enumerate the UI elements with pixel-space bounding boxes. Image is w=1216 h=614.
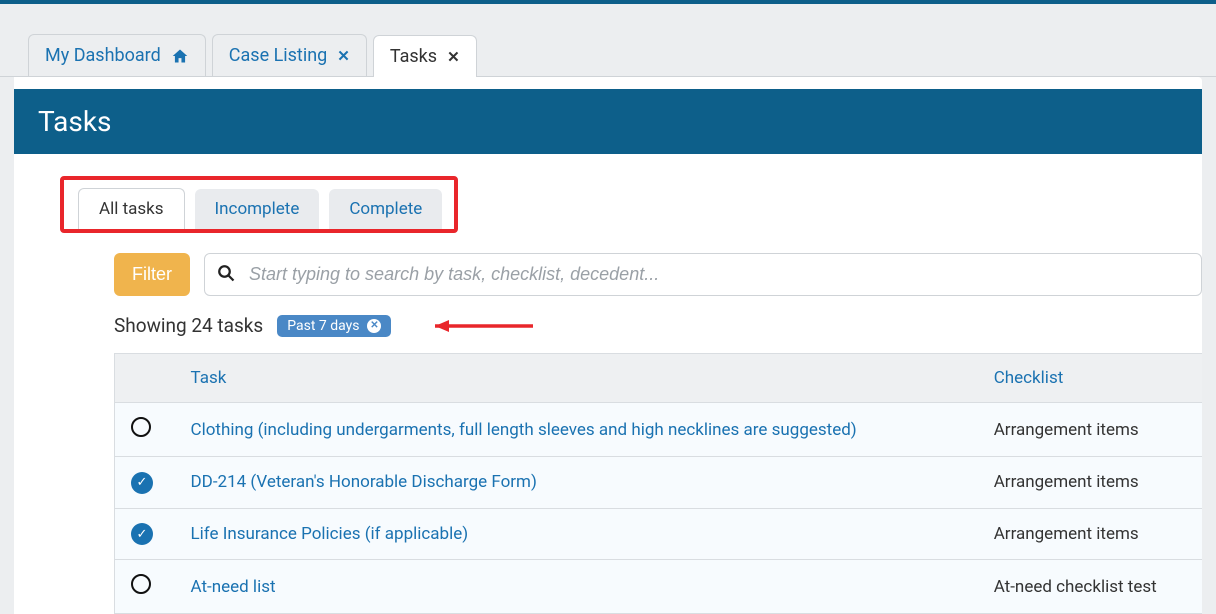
- checklist-cell: Arrangement items: [978, 508, 1202, 560]
- table-header-row: Task Checklist: [115, 354, 1203, 403]
- status-complete-icon[interactable]: ✓: [131, 472, 153, 494]
- task-link[interactable]: Clothing (including undergarments, full …: [191, 420, 857, 440]
- col-header-task[interactable]: Task: [175, 354, 978, 403]
- table-row: Clothing (including undergarments, full …: [115, 403, 1203, 457]
- search-field-wrap[interactable]: [204, 253, 1202, 296]
- task-status-cell: [115, 403, 175, 457]
- task-link[interactable]: At-need list: [191, 577, 276, 597]
- tasks-panel: Tasks All tasks Incomplete Complete Filt…: [14, 77, 1202, 614]
- table-row: ✓ Life Insurance Policies (if applicable)…: [115, 508, 1203, 560]
- task-link[interactable]: DD-214 (Veteran's Honorable Discharge Fo…: [191, 472, 537, 492]
- task-status-cell: [115, 560, 175, 614]
- annotation-arrow-icon: [415, 318, 535, 334]
- close-icon[interactable]: ✕: [367, 319, 381, 333]
- chip-label: Past 7 days: [287, 318, 359, 334]
- tab-case-listing[interactable]: Case Listing ✕: [212, 34, 367, 76]
- task-name-cell: Clothing (including undergarments, full …: [175, 403, 978, 457]
- col-header-status: [115, 354, 175, 403]
- checklist-cell: Arrangement items: [978, 403, 1202, 457]
- task-status-cell: ✓: [115, 508, 175, 560]
- tab-label: Tasks: [390, 46, 437, 67]
- filter-row: Filter: [14, 253, 1202, 296]
- task-link[interactable]: Life Insurance Policies (if applicable): [191, 524, 469, 544]
- task-name-cell: DD-214 (Veteran's Honorable Discharge Fo…: [175, 457, 978, 509]
- tab-label: My Dashboard: [45, 45, 161, 66]
- status-incomplete-icon[interactable]: [131, 574, 151, 594]
- subtab-complete[interactable]: Complete: [329, 189, 442, 229]
- filter-chip-past-7-days[interactable]: Past 7 days ✕: [277, 315, 391, 337]
- table-row: At-need list At-need checklist test: [115, 560, 1203, 614]
- task-name-cell: Life Insurance Policies (if applicable): [175, 508, 978, 560]
- task-subtabs: All tasks Incomplete Complete: [78, 188, 442, 229]
- search-input[interactable]: [241, 254, 1189, 295]
- subtab-incomplete[interactable]: Incomplete: [195, 189, 320, 229]
- filter-button[interactable]: Filter: [114, 253, 190, 296]
- table-row: ✓ DD-214 (Veteran's Honorable Discharge F…: [115, 457, 1203, 509]
- tab-label: Case Listing: [229, 45, 327, 66]
- home-icon: [171, 48, 189, 64]
- task-name-cell: At-need list: [175, 560, 978, 614]
- status-incomplete-icon[interactable]: [131, 417, 151, 437]
- subtabs-highlight-box: All tasks Incomplete Complete: [60, 176, 458, 233]
- showing-row: Showing 24 tasks Past 7 days ✕: [14, 314, 1202, 353]
- showing-text: Showing 24 tasks: [114, 314, 263, 337]
- close-icon[interactable]: ✕: [337, 47, 350, 65]
- task-status-cell: ✓: [115, 457, 175, 509]
- tab-tasks[interactable]: Tasks ✕: [373, 35, 477, 77]
- subtab-all-tasks[interactable]: All tasks: [78, 188, 185, 229]
- search-icon: [217, 264, 235, 286]
- col-header-checklist[interactable]: Checklist: [978, 354, 1202, 403]
- checklist-cell: At-need checklist test: [978, 560, 1202, 614]
- page-title: Tasks: [14, 89, 1202, 154]
- tasks-table: Task Checklist Clothing (including under…: [114, 353, 1202, 614]
- checklist-cell: Arrangement items: [978, 457, 1202, 509]
- close-icon[interactable]: ✕: [447, 48, 460, 66]
- nav-tabs: My Dashboard Case Listing ✕ Tasks ✕: [0, 34, 1216, 77]
- status-complete-icon[interactable]: ✓: [131, 523, 153, 545]
- tab-my-dashboard[interactable]: My Dashboard: [28, 34, 206, 76]
